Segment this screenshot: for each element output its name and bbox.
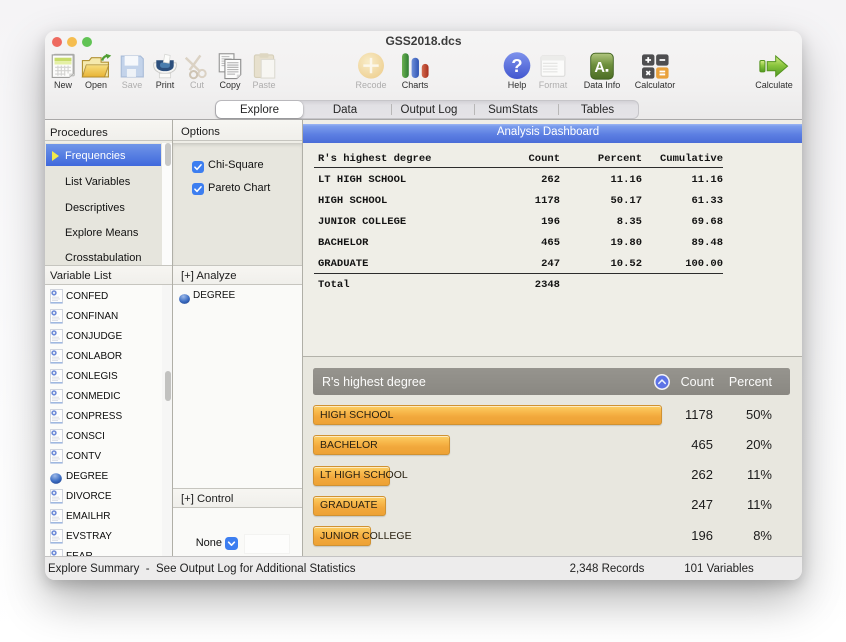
svg-text:?: ? bbox=[511, 55, 522, 76]
svg-text:A: A bbox=[594, 60, 605, 76]
